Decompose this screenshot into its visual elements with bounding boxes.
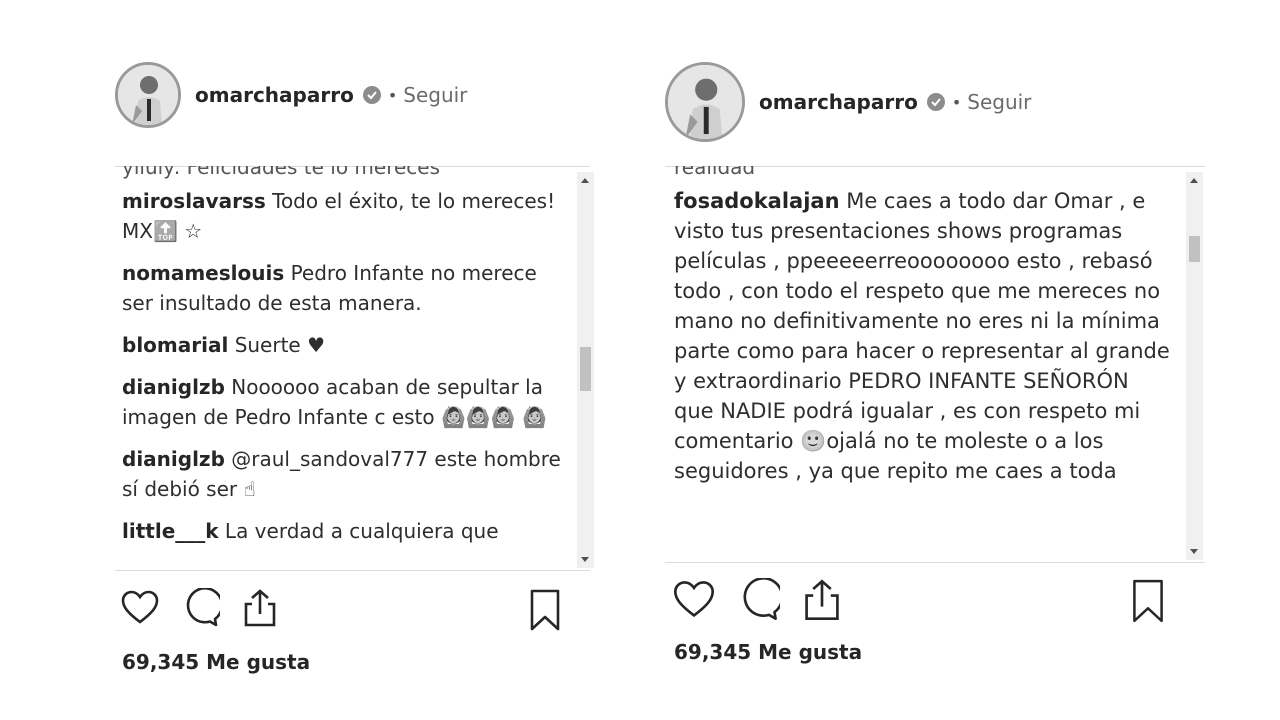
scroll-up-arrow-icon[interactable] [581,178,589,183]
username[interactable]: omarchaparro [195,83,354,107]
follow-button[interactable]: Seguir [967,90,1031,114]
comment-user[interactable]: nomameslouis [122,261,284,285]
comments-scrollbar[interactable] [577,172,594,568]
comment-icon[interactable] [736,578,780,622]
comment-partial: yiluly: Felicidades te lo mereces [122,166,441,179]
separator-dot: • [387,85,398,105]
post-header: omarchaparro • Seguir [115,62,467,128]
action-bar [120,588,300,628]
actions-divider [115,570,590,571]
post-header: omarchaparro • Seguir [665,62,1031,142]
comment-text: La verdad a cualquiera que [224,519,499,543]
follow-button[interactable]: Seguir [403,83,467,107]
action-bar [672,578,864,622]
comments-list: realidad fosadokalajan Me caes a todo da… [674,166,1174,560]
comment-user[interactable]: blomarial [122,333,228,357]
comment-user[interactable]: dianiglzb [122,375,225,399]
comment-item: nomameslouis Pedro Infante no merece ser… [122,258,572,318]
bookmark-icon[interactable] [526,588,564,636]
comments-scrollbar[interactable] [1186,172,1203,560]
scroll-up-arrow-icon[interactable] [1190,178,1198,183]
comment-text: Me caes a todo dar Omar , e visto tus pr… [674,189,1170,483]
comments-list: yiluly: Felicidades te lo mereces mirosl… [122,166,572,570]
comment-item: miroslavarss Todo el éxito, te lo merece… [122,186,572,246]
share-icon[interactable] [800,578,844,622]
avatar-photo-icon [118,65,178,125]
post-left: omarchaparro • Seguir yiluly: Felicidade… [0,0,640,720]
comment-item: fosadokalajan Me caes a todo dar Omar , … [674,186,1174,486]
bookmark-icon[interactable] [1128,578,1168,628]
comment-user[interactable]: miroslavarss [122,189,266,213]
comment-item: blomarial Suerte ♥ [122,330,572,360]
comment-icon[interactable] [180,588,220,628]
comment-text: Suerte ♥ [234,333,326,357]
likes-count[interactable]: 69,345 Me gusta [122,650,310,674]
comment-item: dianiglzb Noooooo acaban de sepultar la … [122,372,572,432]
header-divider [665,166,1205,167]
separator-dot: • [951,92,962,112]
comment-item: little___k La verdad a cualquiera que [122,516,572,546]
avatar-photo-icon [668,65,742,139]
heart-icon[interactable] [672,578,716,622]
comment-user[interactable]: dianiglzb [122,447,225,471]
share-icon[interactable] [240,588,280,628]
comment-user[interactable]: fosadokalajan [674,189,840,213]
likes-count[interactable]: 69,345 Me gusta [674,640,862,664]
username[interactable]: omarchaparro [759,90,918,114]
verified-badge-icon [362,85,382,105]
comment-user[interactable]: little___k [122,519,219,543]
scroll-down-arrow-icon[interactable] [581,557,589,562]
scroll-thumb[interactable] [580,347,591,391]
verified-badge-icon [926,92,946,112]
comment-item: dianiglzb @raul_sandoval777 este hombre … [122,444,572,504]
scroll-down-arrow-icon[interactable] [1190,549,1198,554]
avatar[interactable] [115,62,181,128]
avatar[interactable] [665,62,745,142]
actions-divider [665,562,1205,563]
heart-icon[interactable] [120,588,160,628]
comment-partial: realidad [674,166,756,179]
scroll-thumb[interactable] [1189,236,1200,262]
